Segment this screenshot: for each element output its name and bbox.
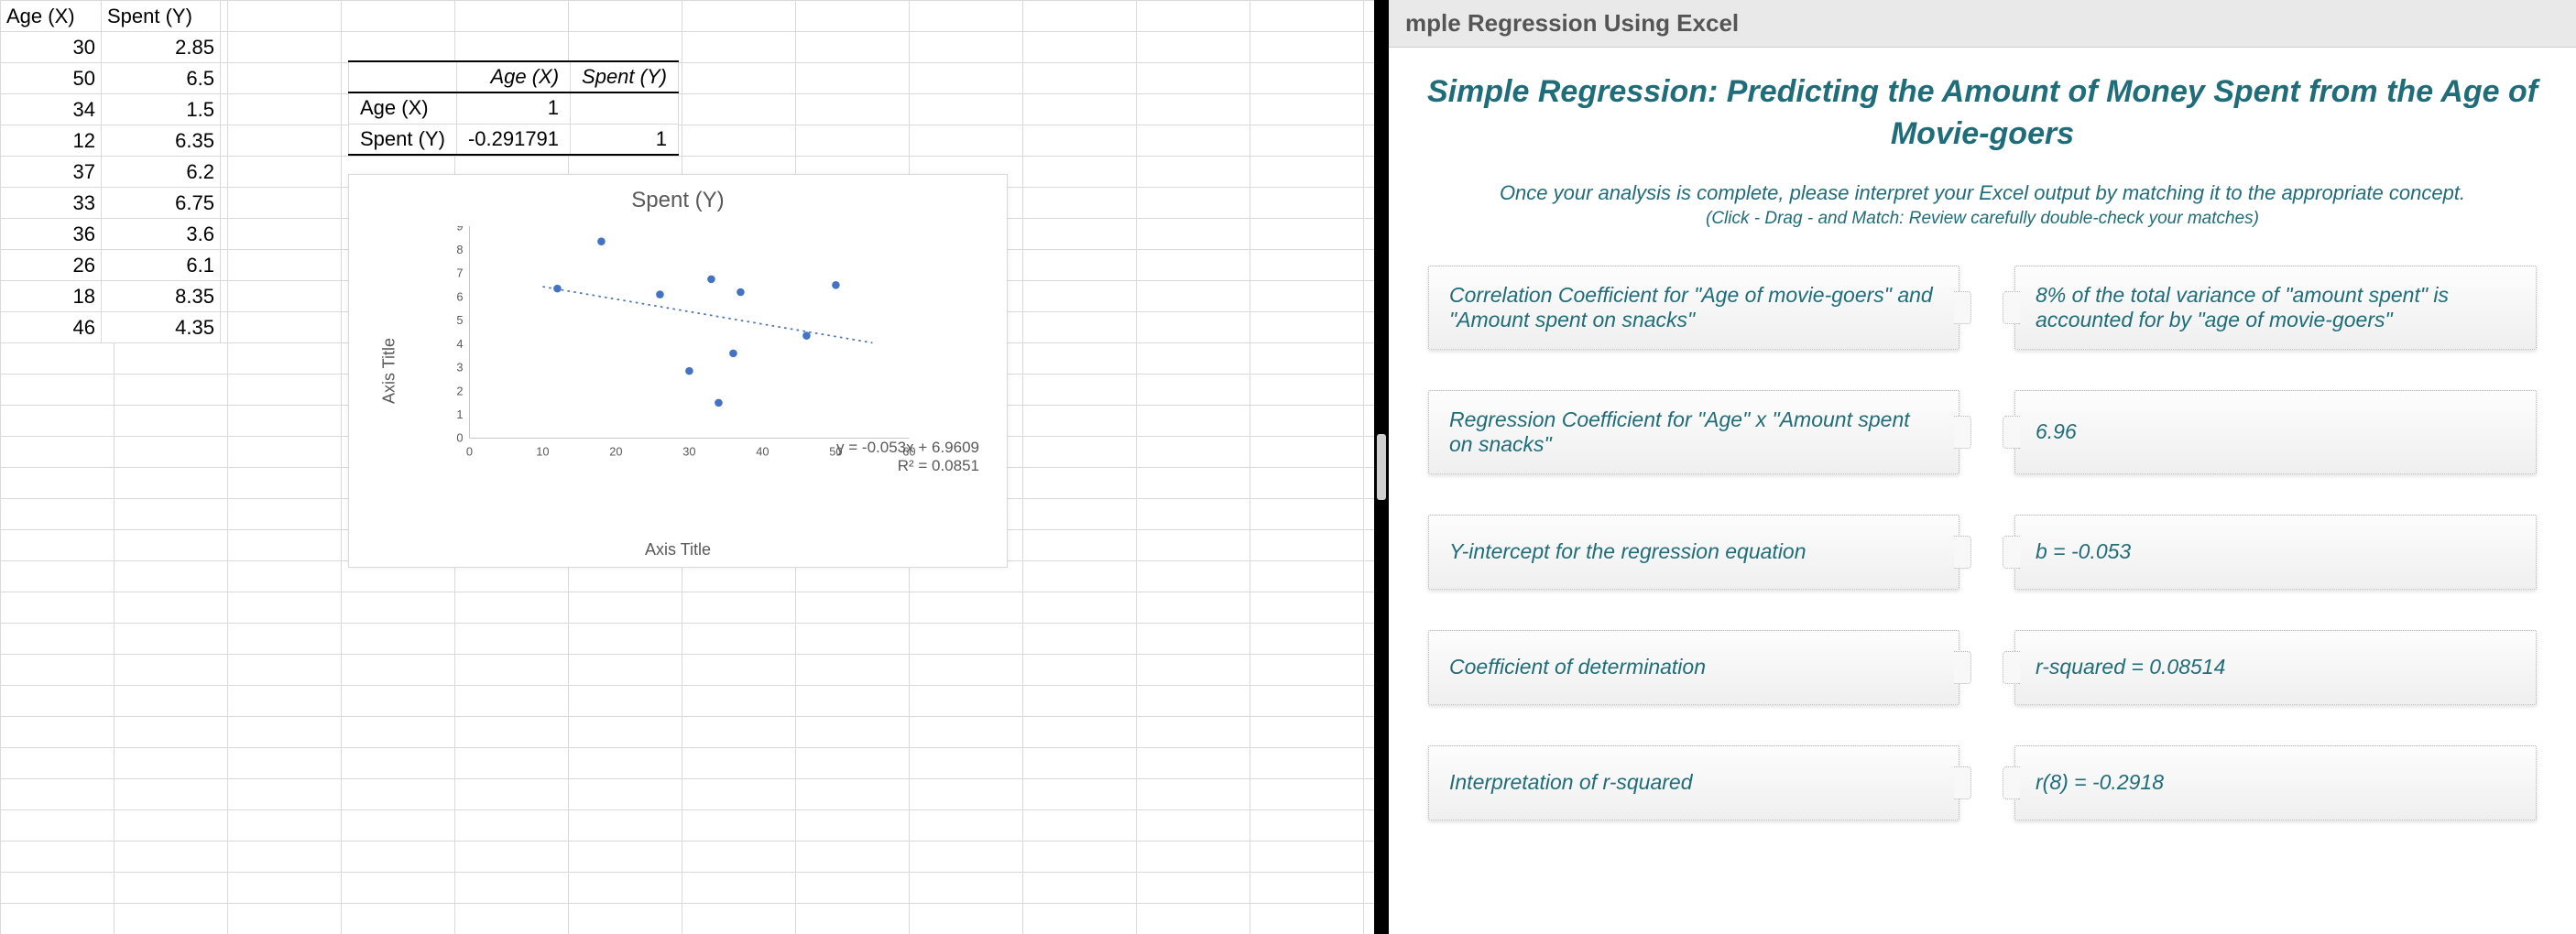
- cell-y[interactable]: 6.75: [102, 188, 221, 219]
- table-row[interactable]: 506.5: [1, 63, 221, 94]
- match-value-card[interactable]: r-squared = 0.08514: [2014, 630, 2537, 705]
- svg-text:5: 5: [456, 313, 463, 327]
- corr-xy-empty[interactable]: [571, 92, 679, 124]
- cell-x[interactable]: 46: [1, 312, 102, 343]
- match-grid: Correlation Coefficient for "Age of movi…: [1428, 266, 2537, 820]
- split-divider[interactable]: [1374, 0, 1389, 934]
- cell-x[interactable]: 18: [1, 281, 102, 312]
- corr-col-x: Age (X): [456, 61, 570, 92]
- col-header-y[interactable]: Spent (Y): [102, 1, 221, 32]
- match-value-card[interactable]: 6.96: [2014, 390, 2537, 474]
- corr-xx[interactable]: 1: [456, 92, 570, 124]
- lesson-title: Simple Regression: Predicting the Amount…: [1420, 71, 2545, 156]
- match-value-card[interactable]: b = -0.053: [2014, 515, 2537, 590]
- match-concept-card[interactable]: Regression Coefficient for "Age" x "Amou…: [1428, 390, 1959, 474]
- table-row[interactable]: 376.2: [1, 157, 221, 188]
- corr-empty: [349, 61, 457, 92]
- cell-y[interactable]: 2.85: [102, 32, 221, 63]
- svg-text:2: 2: [456, 384, 463, 397]
- cell-x[interactable]: 34: [1, 94, 102, 125]
- y-axis-title: Axis Title: [380, 338, 399, 404]
- table-row[interactable]: 188.35: [1, 281, 221, 312]
- cell-y[interactable]: 1.5: [102, 94, 221, 125]
- svg-text:20: 20: [609, 444, 622, 458]
- svg-text:0: 0: [466, 444, 473, 458]
- cell-x[interactable]: 33: [1, 188, 102, 219]
- svg-text:8: 8: [456, 243, 463, 256]
- cell-y[interactable]: 4.35: [102, 312, 221, 343]
- corr-yy[interactable]: 1: [571, 124, 679, 155]
- spreadsheet-pane: Age (X) Spent (Y) 302.85506.5341.5126.35…: [0, 0, 1374, 934]
- svg-text:9: 9: [456, 226, 463, 233]
- cell-x[interactable]: 26: [1, 250, 102, 281]
- cell-y[interactable]: 6.35: [102, 125, 221, 157]
- equation-line: y = -0.053x + 6.9609: [836, 439, 979, 457]
- svg-text:1: 1: [456, 407, 463, 421]
- svg-text:3: 3: [456, 361, 463, 375]
- lesson-sub-instructions: (Click - Drag - and Match: Review carefu…: [1420, 209, 2545, 229]
- svg-text:7: 7: [456, 266, 463, 280]
- r2-line: R² = 0.0851: [836, 457, 979, 475]
- table-row[interactable]: 266.1: [1, 250, 221, 281]
- table-row[interactable]: 126.35: [1, 125, 221, 157]
- lesson-header: mple Regression Using Excel: [1389, 0, 2576, 48]
- match-concept-card[interactable]: Correlation Coefficient for "Age of movi…: [1428, 266, 1959, 350]
- cell-y[interactable]: 8.35: [102, 281, 221, 312]
- corr-yx[interactable]: -0.291791: [456, 124, 570, 155]
- match-concept-card[interactable]: Interpretation of r-squared: [1428, 745, 1959, 820]
- cell-x[interactable]: 50: [1, 63, 102, 94]
- cell-x[interactable]: 30: [1, 32, 102, 63]
- svg-text:0: 0: [456, 431, 463, 445]
- svg-text:40: 40: [756, 444, 769, 458]
- chart-title: Spent (Y): [349, 175, 1007, 217]
- corr-col-y: Spent (Y): [571, 61, 679, 92]
- table-row[interactable]: 363.6: [1, 219, 221, 250]
- corr-row-x: Age (X): [349, 92, 457, 124]
- trendline-equation: y = -0.053x + 6.9609 R² = 0.0851: [836, 439, 979, 475]
- cell-y[interactable]: 3.6: [102, 219, 221, 250]
- cell-y[interactable]: 6.1: [102, 250, 221, 281]
- svg-text:10: 10: [536, 444, 549, 458]
- data-table[interactable]: Age (X) Spent (Y) 302.85506.5341.5126.35…: [0, 0, 221, 343]
- svg-text:4: 4: [456, 337, 463, 351]
- svg-text:6: 6: [456, 289, 463, 303]
- cell-x[interactable]: 12: [1, 125, 102, 157]
- col-header-x[interactable]: Age (X): [1, 1, 102, 32]
- lesson-instructions: Once your analysis is complete, please i…: [1420, 181, 2545, 205]
- cell-y[interactable]: 6.2: [102, 157, 221, 188]
- table-row[interactable]: 464.35: [1, 312, 221, 343]
- cell-x[interactable]: 37: [1, 157, 102, 188]
- match-value-card[interactable]: 8% of the total variance of "amount spen…: [2014, 266, 2537, 350]
- cell-y[interactable]: 6.5: [102, 63, 221, 94]
- correlation-table[interactable]: Age (X) Spent (Y) Age (X) 1 Spent (Y) -0…: [348, 60, 679, 156]
- cell-x[interactable]: 36: [1, 219, 102, 250]
- table-row[interactable]: 341.5: [1, 94, 221, 125]
- x-axis-title: Axis Title: [349, 540, 1007, 559]
- table-row[interactable]: 336.75: [1, 188, 221, 219]
- scatter-chart[interactable]: Spent (Y) Axis Title 0 1 2 3 4 5 6 7 8 9 0 10 20 30 40…: [348, 174, 1008, 568]
- lesson-pane: mple Regression Using Excel Simple Regre…: [1389, 0, 2576, 934]
- svg-text:30: 30: [682, 444, 695, 458]
- match-concept-card[interactable]: Coefficient of determination: [1428, 630, 1959, 705]
- drag-handle-icon[interactable]: [1377, 434, 1386, 500]
- match-value-card[interactable]: r(8) = -0.2918: [2014, 745, 2537, 820]
- match-concept-card[interactable]: Y-intercept for the regression equation: [1428, 515, 1959, 590]
- table-row[interactable]: 302.85: [1, 32, 221, 63]
- corr-row-y: Spent (Y): [349, 124, 457, 155]
